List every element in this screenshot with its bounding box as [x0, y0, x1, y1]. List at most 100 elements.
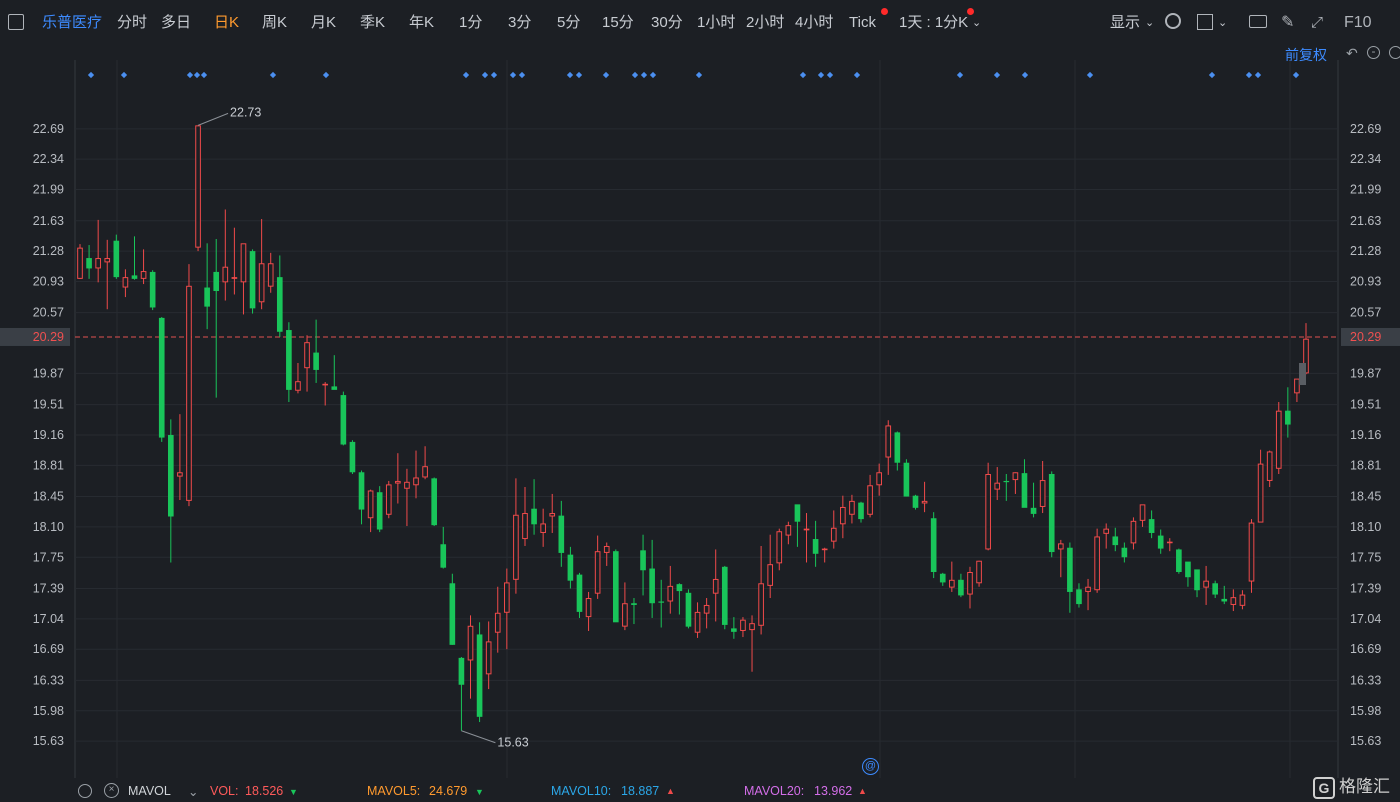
candle — [304, 335, 310, 392]
candle — [731, 617, 737, 639]
candle-body — [1248, 522, 1255, 582]
vol-value: 18.526 — [245, 784, 284, 798]
candle-body — [858, 502, 864, 520]
candle-body — [440, 544, 447, 568]
candle-body — [767, 564, 774, 586]
y-tick-label: 20.93 — [1350, 274, 1381, 288]
candle-body — [213, 271, 220, 292]
candle-body — [631, 603, 637, 605]
candle-body — [849, 500, 855, 515]
candle-body — [422, 466, 428, 478]
candle-body — [794, 504, 801, 522]
arrow-up-icon: ▲ — [858, 786, 867, 796]
event-marker — [640, 71, 648, 79]
candle-body — [967, 572, 973, 595]
y-tick-label: 17.75 — [1350, 550, 1381, 564]
event-marker — [269, 71, 277, 79]
event-marker — [853, 71, 861, 79]
event-marker — [1021, 71, 1029, 79]
logo: G 格隆汇 — [1313, 772, 1390, 799]
candle — [440, 526, 447, 569]
candle — [640, 534, 646, 596]
event-marker — [817, 71, 825, 79]
candle — [1230, 589, 1237, 612]
candle — [594, 535, 601, 599]
candle-body — [295, 381, 301, 391]
y-tick-label: 18.10 — [1350, 520, 1381, 534]
candle — [240, 243, 247, 315]
event-marker — [1245, 71, 1253, 79]
candle-body — [1076, 589, 1082, 605]
candle-body — [1148, 519, 1155, 533]
y-tick-label: 16.69 — [1350, 642, 1381, 656]
chevron-down-icon[interactable]: ⌄ — [188, 784, 198, 799]
candle — [195, 125, 201, 252]
y-tick-label: 19.87 — [1350, 366, 1381, 380]
candle — [485, 621, 492, 690]
chart-grid — [74, 60, 1339, 778]
candle — [576, 572, 583, 618]
candle-body — [1194, 569, 1200, 591]
y-tick-label: 18.81 — [33, 458, 64, 472]
y-tick-label: 17.04 — [1350, 612, 1381, 626]
candle — [167, 419, 174, 563]
candle-body — [204, 287, 210, 307]
mavol10-value: 18.887 — [621, 784, 660, 798]
candle-body — [1166, 541, 1173, 544]
candle — [930, 512, 937, 579]
y-tick-label: 21.99 — [1350, 183, 1381, 197]
candle — [422, 446, 428, 480]
candle-body — [367, 490, 374, 519]
candle — [385, 480, 392, 519]
candle-body — [976, 560, 982, 584]
y-tick-label: 18.45 — [33, 490, 64, 504]
candle — [1176, 548, 1182, 574]
candle — [295, 362, 301, 394]
candle-body — [1094, 536, 1100, 591]
arrow-down-icon: ▼ — [289, 787, 298, 797]
candle-body — [86, 258, 92, 269]
y-tick-label: 22.34 — [33, 152, 64, 166]
candle-body — [1130, 520, 1137, 544]
y-tick-label: 15.98 — [33, 704, 64, 718]
locate-icon[interactable]: @ — [862, 758, 879, 775]
logo-icon: G — [1313, 776, 1335, 799]
candle — [703, 598, 710, 629]
candle — [567, 546, 574, 589]
y-tick-label: 21.99 — [33, 183, 64, 197]
mavol10-label: MAVOL10: — [551, 784, 612, 798]
candle-body — [731, 628, 737, 632]
candles — [77, 125, 1309, 731]
indicator-name[interactable]: MAVOL — [128, 784, 171, 798]
candle-body — [167, 434, 174, 517]
gear-icon[interactable] — [78, 784, 92, 798]
event-marker — [566, 71, 574, 79]
candle-body — [894, 432, 901, 463]
candle — [1039, 460, 1046, 514]
event-marker — [1208, 71, 1216, 79]
candle-body — [585, 598, 592, 618]
candle — [340, 391, 347, 446]
y-tick-label: 22.34 — [1350, 152, 1381, 166]
close-icon[interactable]: × — [104, 783, 119, 798]
candle — [1094, 528, 1100, 593]
candle — [358, 470, 365, 525]
event-marker — [200, 71, 208, 79]
candle-body — [149, 271, 156, 308]
candle — [649, 539, 655, 618]
candle-body — [1048, 474, 1055, 553]
candle — [1294, 378, 1300, 403]
candle — [395, 453, 401, 504]
candle-body — [612, 551, 619, 623]
candle — [276, 255, 283, 337]
y-tick-label: 15.98 — [1350, 704, 1381, 718]
y-tick-label: 20.93 — [33, 274, 64, 288]
candlestick-chart[interactable]: 22.69 22.34 21.99 21.63 21.28 20.93 20.57 20.29… — [0, 0, 1400, 778]
candle-body — [749, 623, 755, 631]
candle-body — [576, 574, 583, 612]
candle — [849, 494, 855, 524]
candle-body — [658, 601, 665, 603]
candle — [603, 542, 610, 566]
y-tick-label: 17.39 — [33, 581, 64, 595]
candle — [794, 504, 801, 547]
